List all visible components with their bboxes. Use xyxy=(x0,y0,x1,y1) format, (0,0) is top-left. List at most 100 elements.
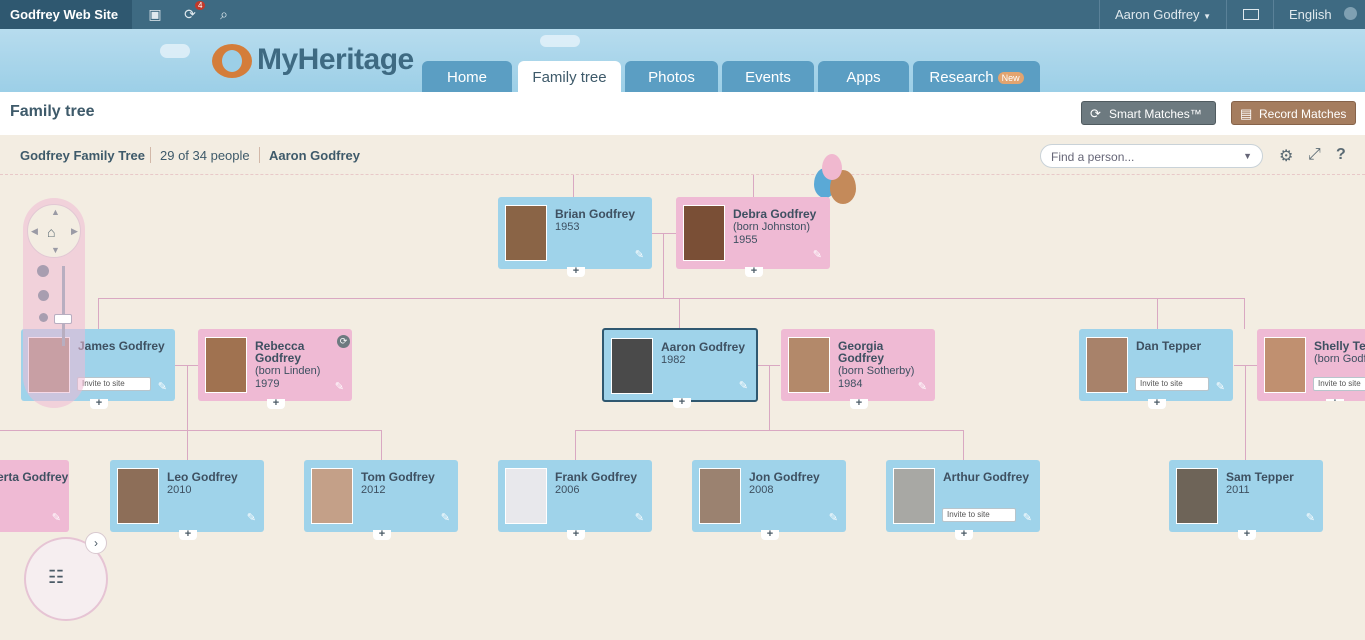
plus-icon[interactable]: + xyxy=(673,397,691,408)
search-icon[interactable]: ⌕ xyxy=(216,6,232,22)
tab-research[interactable]: Research New xyxy=(913,61,1040,92)
pencil-icon[interactable]: ✎ xyxy=(813,248,822,261)
myheritage-logo-icon[interactable] xyxy=(212,44,252,78)
site-name[interactable]: Godfrey Web Site xyxy=(0,0,132,29)
pan-up-arrow-icon[interactable]: ▲ xyxy=(51,207,60,217)
tab-home[interactable]: Home xyxy=(422,61,512,92)
sync-icon[interactable]: ⟳ xyxy=(337,335,350,348)
root-person[interactable]: Aaron Godfrey xyxy=(269,148,360,163)
profile-photo[interactable] xyxy=(117,468,159,524)
zoom-slider-track[interactable] xyxy=(62,266,65,346)
connector-line xyxy=(1245,365,1246,460)
help-icon[interactable]: ? xyxy=(1336,146,1346,164)
pencil-icon[interactable]: ✎ xyxy=(335,380,344,393)
plus-icon[interactable]: + xyxy=(179,529,197,540)
pencil-icon[interactable]: ✎ xyxy=(1306,511,1315,524)
tab-family-tree[interactable]: Family tree xyxy=(518,61,621,92)
pencil-icon[interactable]: ✎ xyxy=(635,248,644,261)
profile-photo[interactable] xyxy=(505,205,547,261)
logo-text[interactable]: MyHeritage xyxy=(257,43,414,77)
sync-icon: ⟳ xyxy=(1090,106,1101,121)
invite-to-site-input[interactable]: Invite to site xyxy=(1135,377,1209,391)
profile-photo[interactable] xyxy=(1086,337,1128,393)
pencil-icon[interactable]: ✎ xyxy=(918,380,927,393)
plus-icon[interactable]: + xyxy=(567,266,585,277)
person-card-roberta-godfrey[interactable]: erta Godfrey ✎ xyxy=(0,460,69,532)
zoom-level-dot[interactable] xyxy=(38,290,49,301)
person-card-brian-godfrey[interactable]: Brian Godfrey 1953 ✎ + xyxy=(498,197,652,277)
profile-photo[interactable] xyxy=(699,468,741,524)
tab-apps[interactable]: Apps xyxy=(818,61,909,92)
profile-photo[interactable] xyxy=(893,468,935,524)
pencil-icon[interactable]: ✎ xyxy=(829,511,838,524)
default-avatar-icon[interactable] xyxy=(505,468,547,524)
person-card-rebecca-godfrey[interactable]: Rebecca Godfrey (born Linden) 1979 ⟳ ✎ + xyxy=(198,329,352,409)
invite-to-site-input[interactable]: Invite to site xyxy=(77,377,151,391)
name-text: Shelly Te xyxy=(1314,340,1365,353)
plus-icon[interactable]: + xyxy=(567,529,585,540)
person-card-jon-godfrey[interactable]: Jon Godfrey 2008 ✎ + xyxy=(692,460,846,540)
gear-icon[interactable]: ⚙ xyxy=(1279,146,1293,166)
globe-icon[interactable] xyxy=(1344,7,1357,20)
pan-right-arrow-icon[interactable]: ▶ xyxy=(71,226,78,237)
person-card-leo-godfrey[interactable]: Leo Godfrey 2010 ✎ + xyxy=(110,460,264,540)
record-matches-button[interactable]: ▤ Record Matches xyxy=(1231,101,1356,125)
profile-photo[interactable] xyxy=(311,468,353,524)
people-count: 29 of 34 people xyxy=(160,148,250,163)
profile-photo[interactable] xyxy=(205,337,247,393)
plus-icon[interactable]: + xyxy=(1148,398,1166,409)
plus-icon[interactable]: + xyxy=(1326,398,1344,401)
invite-to-site-input[interactable]: Invite to site xyxy=(942,508,1016,522)
profile-photo[interactable] xyxy=(611,338,653,394)
pan-down-arrow-icon[interactable]: ▼ xyxy=(51,245,60,255)
profile-photo[interactable] xyxy=(788,337,830,393)
person-card-debra-godfrey[interactable]: Debra Godfrey (born Johnston) 1955 ✎ + xyxy=(676,197,830,277)
person-card-dan-tepper[interactable]: Dan Tepper Invite to site ✎ + xyxy=(1079,329,1233,409)
plus-icon[interactable]: + xyxy=(90,398,108,409)
plus-icon[interactable]: + xyxy=(267,398,285,409)
invite-to-site-input[interactable]: Invite to site xyxy=(1313,377,1365,391)
person-card-shelly-tepper[interactable]: Shelly Te(born Godf Invite to site + xyxy=(1257,329,1365,401)
tab-events[interactable]: Events xyxy=(722,61,814,92)
plus-icon[interactable]: + xyxy=(745,266,763,277)
pencil-icon[interactable]: ✎ xyxy=(52,511,61,524)
mail-button[interactable] xyxy=(1226,0,1274,29)
person-card-arthur-godfrey[interactable]: Arthur Godfrey Invite to site ✎ + xyxy=(886,460,1040,540)
person-card-tom-godfrey[interactable]: Tom Godfrey 2012 ✎ + xyxy=(304,460,458,540)
divider xyxy=(150,147,151,163)
tab-photos[interactable]: Photos xyxy=(625,61,718,92)
expand-chevron-icon[interactable]: › xyxy=(85,532,107,554)
plus-icon[interactable]: + xyxy=(1238,529,1256,540)
person-card-aaron-godfrey[interactable]: Aaron Godfrey 1982 ✎ + xyxy=(602,328,758,408)
person-card-georgia-godfrey[interactable]: Georgia Godfrey (born Sotherby) 1984 ✎ + xyxy=(781,329,935,409)
zoom-slider-handle[interactable] xyxy=(54,314,72,324)
pencil-icon[interactable]: ✎ xyxy=(247,511,256,524)
pencil-icon[interactable]: ✎ xyxy=(158,380,167,393)
notes-icon[interactable]: ▣ xyxy=(147,6,163,22)
pan-left-arrow-icon[interactable]: ◀ xyxy=(31,226,38,237)
zoom-level-dot[interactable] xyxy=(37,265,49,277)
fullscreen-icon[interactable]: ⤢ xyxy=(1308,146,1321,164)
pencil-icon[interactable]: ✎ xyxy=(1023,511,1032,524)
find-person-input[interactable]: Find a person... ▼ xyxy=(1040,144,1263,168)
home-icon[interactable]: ⌂ xyxy=(47,224,55,240)
pencil-icon[interactable]: ✎ xyxy=(441,511,450,524)
user-menu[interactable]: Aaron Godfrey ▼ xyxy=(1099,0,1226,29)
plus-icon[interactable]: + xyxy=(373,529,391,540)
pencil-icon[interactable]: ✎ xyxy=(635,511,644,524)
plus-icon[interactable]: + xyxy=(761,529,779,540)
plus-icon[interactable]: + xyxy=(850,398,868,409)
smart-matches-button[interactable]: ⟳ Smart Matches™ xyxy=(1081,101,1216,125)
pencil-icon[interactable]: ✎ xyxy=(1216,380,1225,393)
language-selector[interactable]: English xyxy=(1289,7,1332,22)
person-card-sam-tepper[interactable]: Sam Tepper 2011 ✎ + xyxy=(1169,460,1323,540)
profile-photo[interactable] xyxy=(683,205,725,261)
chevron-down-icon[interactable]: ▼ xyxy=(1243,151,1252,161)
person-card-frank-godfrey[interactable]: Frank Godfrey 2006 ✎ + xyxy=(498,460,652,540)
plus-icon[interactable]: + xyxy=(955,529,973,540)
pencil-icon[interactable]: ✎ xyxy=(739,379,748,392)
profile-photo[interactable] xyxy=(1264,337,1306,393)
profile-photo[interactable] xyxy=(1176,468,1218,524)
tree-name[interactable]: Godfrey Family Tree xyxy=(20,148,145,163)
zoom-level-dot[interactable] xyxy=(39,313,48,322)
